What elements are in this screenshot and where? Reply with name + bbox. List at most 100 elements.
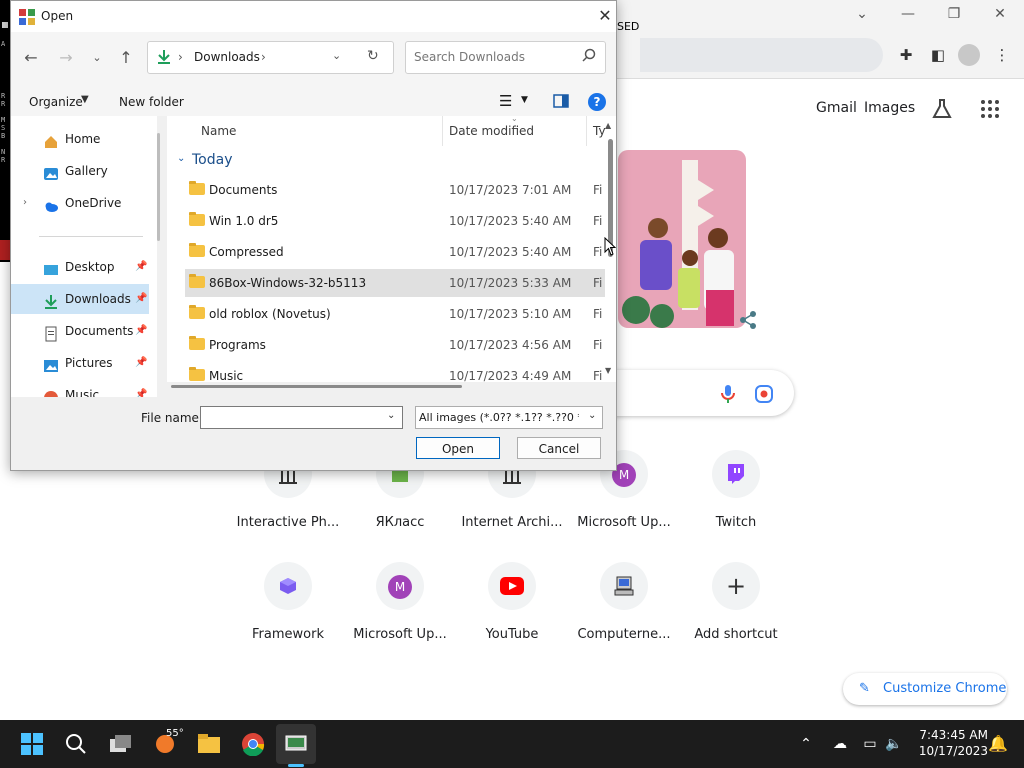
close-icon[interactable]: ✕	[990, 4, 1010, 24]
close-icon[interactable]: ✕	[595, 6, 615, 26]
filter-dropdown-icon[interactable]: ⌄	[588, 410, 596, 421]
music-icon	[43, 387, 59, 397]
file-date: 10/17/2023 7:01 AM	[449, 183, 572, 197]
file-type-filter-select[interactable]: All images (*.0?? *.1?? *.??0 *.86 ⌄	[415, 406, 603, 429]
profile-avatar[interactable]	[958, 44, 980, 66]
forward-arrow-icon[interactable]: →	[54, 46, 78, 70]
dialog-titlebar[interactable]: Open ✕	[11, 1, 616, 32]
column-header-type[interactable]: Ty	[593, 116, 606, 146]
nav-item-gallery[interactable]: Gallery	[11, 156, 149, 186]
more-options-icon[interactable]: ⋮	[990, 43, 1014, 67]
nav-item-downloads[interactable]: Downloads 📌	[11, 284, 149, 314]
new-folder-button[interactable]: New folder	[119, 95, 184, 109]
nav-item-pictures[interactable]: Pictures 📌	[11, 348, 149, 378]
file-row[interactable]: Win 1.0 dr5 10/17/2023 5:40 AM Fi	[185, 207, 605, 235]
file-list-hscrollbar-thumb[interactable]	[171, 385, 462, 388]
help-icon[interactable]: ?	[588, 93, 606, 111]
shortcut-tile[interactable]: M Microsoft Up...	[344, 562, 456, 662]
organize-dropdown-icon[interactable]: ▼	[81, 94, 89, 105]
file-row[interactable]: Documents 10/17/2023 7:01 AM Fi	[185, 176, 605, 204]
address-dropdown-chevron-icon[interactable]: ⌄	[332, 49, 341, 62]
file-name-dropdown-icon[interactable]: ⌄	[387, 410, 395, 421]
file-row-hovered[interactable]: 86Box-Windows-32-b5113 10/17/2023 5:33 A…	[185, 269, 605, 297]
chrome-icon[interactable]	[239, 730, 267, 758]
mouse-cursor	[604, 236, 617, 257]
gmail-link[interactable]: Gmail	[816, 100, 857, 116]
view-dropdown-icon[interactable]: ▼	[521, 95, 528, 105]
refresh-icon[interactable]: ↻	[367, 48, 379, 64]
pencil-icon: ✎	[859, 681, 870, 696]
nav-divider	[39, 236, 143, 237]
customize-chrome-button[interactable]: ✎ Customize Chrome	[843, 673, 1007, 705]
search-icon[interactable]	[62, 730, 90, 758]
share-icon[interactable]	[738, 310, 758, 330]
scroll-up-icon[interactable]: ▲	[605, 121, 611, 130]
start-windows-icon[interactable]	[18, 730, 46, 758]
address-breadcrumb[interactable]: › Downloads › ⌄ ↻	[147, 41, 394, 74]
shortcut-tile[interactable]: YouTube	[456, 562, 568, 662]
nav-item-desktop[interactable]: Desktop 📌	[11, 252, 149, 282]
m-letter-icon: M	[376, 562, 424, 610]
images-link[interactable]: Images	[864, 100, 915, 116]
chevron-up-icon[interactable]: ⌃	[792, 730, 820, 758]
group-header-today[interactable]: Today	[192, 152, 233, 168]
restore-icon[interactable]: ❐	[944, 4, 964, 24]
group-collapse-chevron-icon[interactable]: ⌄	[177, 153, 185, 164]
cancel-button[interactable]: Cancel	[517, 437, 601, 459]
google-doodle[interactable]	[618, 150, 746, 328]
file-type: Fi	[593, 338, 603, 352]
column-header-date[interactable]: Date modified	[449, 116, 534, 146]
nav-item-label: Desktop	[65, 260, 115, 274]
pin-icon: 📌	[135, 357, 148, 368]
file-explorer-icon[interactable]	[195, 730, 223, 758]
nav-scrollbar[interactable]	[157, 133, 160, 241]
system-clock[interactable]: 7:43:45 AM 10/17/2023	[912, 727, 988, 759]
preview-pane-icon[interactable]	[553, 94, 569, 108]
computer-icon	[600, 562, 648, 610]
emulator-app-icon[interactable]	[282, 730, 310, 758]
dialog-footer: File name: ⌄ All images (*.0?? *.1?? *.?…	[11, 397, 616, 470]
address-bar[interactable]	[640, 38, 883, 72]
add-shortcut-tile[interactable]: + Add shortcut	[680, 562, 792, 662]
apps-grid-icon[interactable]	[980, 99, 1000, 119]
console-red-block	[0, 240, 10, 260]
file-row[interactable]: Music 10/17/2023 4:49 AM Fi	[185, 362, 605, 382]
shortcut-tile[interactable]: Framework	[232, 562, 344, 662]
volume-icon[interactable]: 🔈	[880, 730, 908, 758]
breadcrumb-separator[interactable]: ›	[261, 50, 266, 64]
voice-search-icon[interactable]	[719, 384, 737, 404]
file-row[interactable]: Compressed 10/17/2023 5:40 AM Fi	[185, 238, 605, 266]
view-options-icon[interactable]: ☰	[499, 92, 512, 110]
labs-flask-icon[interactable]	[930, 97, 954, 121]
column-divider[interactable]	[586, 116, 587, 146]
lens-search-icon[interactable]	[754, 384, 774, 404]
recent-locations-chevron-icon[interactable]: ⌄	[85, 46, 109, 70]
notification-bell-icon[interactable]: 🔔	[984, 730, 1012, 758]
open-button[interactable]: Open	[416, 437, 500, 459]
console-line: R	[1, 156, 6, 164]
chevron-down-icon[interactable]: ⌄	[852, 4, 872, 24]
search-downloads-field[interactable]: Search Downloads	[405, 41, 606, 74]
column-header-name[interactable]: Name	[201, 116, 236, 146]
file-row[interactable]: old roblox (Novetus) 10/17/2023 5:10 AM …	[185, 300, 605, 328]
shortcut-tile[interactable]: Computerne...	[568, 562, 680, 662]
nav-item-music[interactable]: Music 📌	[11, 380, 149, 397]
nav-item-onedrive[interactable]: › OneDrive	[11, 188, 149, 218]
scroll-down-icon[interactable]: ▼	[605, 366, 611, 375]
onedrive-tray-icon[interactable]: ☁	[826, 730, 854, 758]
expand-chevron-icon[interactable]: ›	[23, 188, 27, 218]
file-name-input[interactable]: ⌄	[200, 406, 403, 429]
organize-menu[interactable]: Organize	[29, 95, 83, 109]
back-arrow-icon[interactable]: ←	[19, 46, 43, 70]
file-row[interactable]: Programs 10/17/2023 4:56 AM Fi	[185, 331, 605, 359]
shortcut-tile[interactable]: Twitch	[680, 450, 792, 550]
extensions-icon[interactable]: ✚	[894, 43, 918, 67]
breadcrumb-downloads[interactable]: Downloads	[194, 50, 260, 64]
nav-item-documents[interactable]: Documents 📌	[11, 316, 149, 346]
side-panel-icon[interactable]: ◧	[926, 43, 950, 67]
nav-item-home[interactable]: Home	[11, 124, 149, 154]
column-divider[interactable]	[442, 116, 443, 146]
task-view-icon[interactable]	[107, 730, 135, 758]
up-arrow-icon[interactable]: ↑	[114, 46, 138, 70]
minimize-icon[interactable]: —	[898, 4, 918, 24]
